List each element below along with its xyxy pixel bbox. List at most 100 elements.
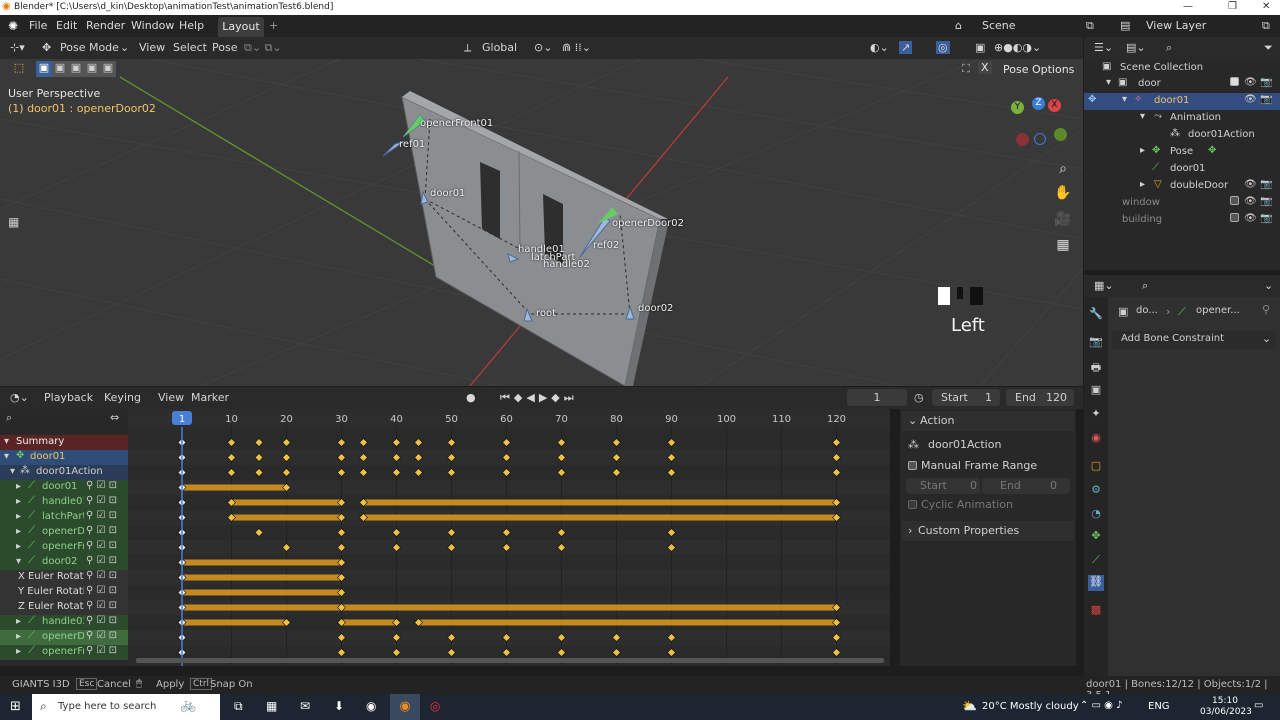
toolbar-icon[interactable]: ▦ xyxy=(8,215,19,229)
snap-icon[interactable]: ⋒ ⁞⁞⌄ xyxy=(562,41,591,54)
language-indicator[interactable]: ENG xyxy=(1148,701,1170,712)
notification-icon[interactable]: ▭ xyxy=(1254,700,1263,711)
gizmo-toggle-icon[interactable]: ↗ xyxy=(899,41,913,54)
render-camera-icon[interactable]: 📷 xyxy=(1260,196,1272,207)
end-frame-field[interactable]: End 120 xyxy=(1006,389,1074,406)
outliner-editor-icon[interactable]: ☰⌄ xyxy=(1094,41,1113,54)
xray-icon[interactable]: ▣ xyxy=(975,41,985,54)
eye-icon[interactable]: 👁 xyxy=(1244,94,1257,105)
chevron-right-icon[interactable]: ▸ xyxy=(16,481,21,492)
hold-bar[interactable] xyxy=(182,574,342,581)
manual-frame-range-checkbox[interactable]: Manual Frame Range xyxy=(908,459,1068,473)
channel-row[interactable]: ▸ ⟋ openerDo ⚲ ☑ ⊡ xyxy=(0,525,128,540)
menu-file[interactable]: File xyxy=(29,19,47,32)
action-panel-header[interactable]: ⌄ Action xyxy=(902,411,1074,431)
hold-bar[interactable] xyxy=(231,514,342,521)
app-icon[interactable]: ⬇ xyxy=(334,699,344,713)
output-tab-icon[interactable]: 🖶 xyxy=(1088,359,1104,375)
view-layer-selector[interactable]: View Layer xyxy=(1146,19,1206,32)
maximize-button[interactable]: ❐ xyxy=(1228,1,1237,12)
hold-bar[interactable] xyxy=(182,484,287,491)
channel-toggle-icons[interactable]: ⚲ ☑ ⊡ xyxy=(84,630,118,641)
app2-icon[interactable]: ◎ xyxy=(430,699,440,713)
channel-toggle-icons[interactable]: ⚲ ☑ ⊡ xyxy=(84,585,118,596)
select-intersect-icon[interactable]: ▣ xyxy=(100,61,116,77)
hold-bar[interactable] xyxy=(182,619,287,626)
chevron-down-icon[interactable]: ⌄ xyxy=(1264,279,1273,292)
outliner-row-door[interactable]: ▾ ▣ door 👁 📷 xyxy=(1084,76,1280,93)
menu-marker[interactable]: Marker xyxy=(191,391,229,404)
channel-row[interactable]: ▸ ⟋ openerDo ⚲ ☑ ⊡ xyxy=(0,630,128,645)
door-mesh[interactable] xyxy=(401,96,661,386)
outliner-row-building[interactable]: building 👁 📷 xyxy=(1084,212,1280,229)
start-frame-field[interactable]: Start 1 xyxy=(932,389,1000,406)
chevron-right-icon[interactable]: ▸ xyxy=(16,616,21,627)
chevron-down-icon[interactable]: ▾ xyxy=(1122,94,1127,105)
hold-bar[interactable] xyxy=(182,604,342,611)
x-mirror-toggle[interactable]: X xyxy=(978,61,992,74)
current-frame-field[interactable]: 1 xyxy=(847,389,907,406)
channel-row[interactable]: X Euler Rotatio ⚲ ☑ ⊡ xyxy=(0,570,128,585)
chevron-down-icon[interactable]: ▾ xyxy=(10,466,15,477)
mail-icon[interactable]: ✉ xyxy=(300,699,310,713)
outliner-row-window[interactable]: window 👁 📷 xyxy=(1084,195,1280,212)
render-camera-icon[interactable]: 📷 xyxy=(1260,77,1272,88)
outliner-row-door01[interactable]: ✥ ▾ ✧ door01 👁 📷 xyxy=(1084,93,1280,110)
hold-bar[interactable] xyxy=(363,514,837,521)
action-end-field[interactable]: End 0 xyxy=(982,478,1070,494)
pivot-icon[interactable]: ⊙⌄ xyxy=(534,41,552,54)
taskbar-search-box[interactable]: ⌕ Type here to search 🚲 xyxy=(32,694,220,720)
modifier-tab-icon[interactable]: ⚙ xyxy=(1088,483,1104,499)
channel-toggle-icons[interactable]: ⚲ ☑ ⊡ xyxy=(84,555,118,566)
pin-icon[interactable]: ⚲ xyxy=(1262,303,1270,316)
menu-edit[interactable]: Edit xyxy=(56,19,77,32)
channel-row[interactable]: ▾ ⁂ door01Action xyxy=(0,465,128,480)
channel-toggle-icons[interactable]: ⚲ ☑ ⊡ xyxy=(84,540,118,551)
menu-pose[interactable]: Pose xyxy=(212,41,237,54)
grid-view-icon[interactable]: ▦ xyxy=(1053,237,1073,257)
menu-render[interactable]: Render xyxy=(86,19,125,32)
select-extend-icon[interactable]: ▣ xyxy=(52,61,68,77)
menu-view[interactable]: View xyxy=(158,391,184,404)
select-new-icon[interactable]: ▣ xyxy=(36,61,52,77)
overlay-toggle-icon[interactable]: ◎ xyxy=(936,41,950,54)
channel-toggle-icons[interactable]: ⚲ ☑ ⊡ xyxy=(84,645,118,656)
record-icon[interactable]: ● xyxy=(466,391,476,404)
include-checkbox[interactable] xyxy=(1230,77,1239,89)
menu-keying[interactable]: Keying xyxy=(104,391,141,404)
scene-tab-icon[interactable]: ✦ xyxy=(1088,407,1104,423)
render-camera-icon[interactable]: 📷 xyxy=(1260,94,1272,105)
channel-toggle-icons[interactable]: ⚲ ☑ ⊡ xyxy=(84,510,118,521)
outliner-row-pose[interactable]: ▸ ✥ Pose ✥ xyxy=(1084,144,1280,161)
chevron-down-icon[interactable]: ▾ xyxy=(4,451,9,462)
pan-hand-icon[interactable]: ✋ xyxy=(1053,185,1073,205)
outliner-scene-collection[interactable]: ▣ Scene Collection xyxy=(1084,60,1280,77)
channel-row[interactable]: ▸ ⟋ openerFr ⚲ ☑ ⊡ xyxy=(0,540,128,555)
chevron-right-icon[interactable]: ▸ xyxy=(16,496,21,507)
eye-icon[interactable]: 👁 xyxy=(1244,196,1257,207)
eye-icon[interactable]: 👁 xyxy=(1244,213,1257,224)
channel-row[interactable]: ▸ ⟋ door01 ⚲ ☑ ⊡ xyxy=(0,480,128,495)
gizmo-neg-y-icon[interactable] xyxy=(1054,128,1067,141)
channel-toggle-icons[interactable]: ⚲ ☑ ⊡ xyxy=(84,525,118,536)
chevron-right-icon[interactable]: ▸ xyxy=(16,646,21,657)
chevron-down-icon[interactable]: ▾ xyxy=(16,556,21,567)
hold-bar[interactable] xyxy=(231,499,342,506)
tab-layout[interactable]: Layout xyxy=(218,17,264,37)
blender-menu-icon[interactable]: ✺ xyxy=(8,19,18,33)
select-tool-icon[interactable]: ⬚ xyxy=(10,61,28,77)
mode-selector[interactable]: Pose Mode xyxy=(60,41,119,54)
include-checkbox[interactable] xyxy=(1230,213,1239,225)
camera-icon[interactable]: 🎥 xyxy=(1053,211,1073,231)
select-subtract-icon[interactable]: ▣ xyxy=(68,61,84,77)
channel-row[interactable]: ▸ ⟋ openerFr ⚲ ☑ ⊡ xyxy=(0,645,128,660)
chevron-right-icon[interactable]: ▸ xyxy=(16,511,21,522)
hold-bar[interactable] xyxy=(363,499,837,506)
task-view-icon[interactable]: ⧉ xyxy=(234,699,243,714)
custom-properties-header[interactable]: › Custom Properties xyxy=(902,521,1074,541)
view-layer-tab-icon[interactable]: ▣ xyxy=(1088,383,1104,399)
navigation-gizmo[interactable]: Y Z X xyxy=(1008,95,1068,151)
chevron-right-icon[interactable]: ▸ xyxy=(1140,179,1145,190)
close-button[interactable]: ✕ xyxy=(1262,1,1270,12)
channel-toggle-icons[interactable]: ⚲ ☑ ⊡ xyxy=(84,600,118,611)
